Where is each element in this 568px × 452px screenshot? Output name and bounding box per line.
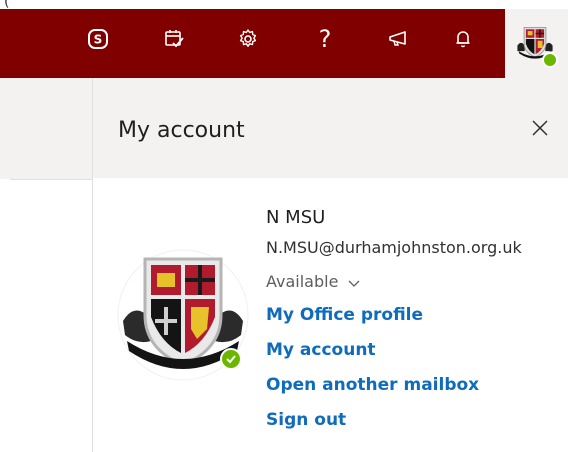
bell-icon[interactable] xyxy=(449,25,477,53)
close-button[interactable] xyxy=(528,116,552,140)
presence-status-label: Available xyxy=(266,272,339,291)
left-pane xyxy=(0,78,92,452)
header-bar: S ? xyxy=(0,9,568,78)
user-name: N MSU xyxy=(266,207,326,228)
my-account-link[interactable]: My account xyxy=(266,340,376,360)
presence-status-dropdown[interactable]: Available xyxy=(266,272,360,292)
presence-available-badge xyxy=(220,348,242,370)
account-panel-title: My account xyxy=(118,118,245,143)
top-strip: ( xyxy=(0,0,568,10)
svg-text:S: S xyxy=(94,33,103,47)
settings-gear-icon[interactable] xyxy=(234,25,262,53)
presence-dot xyxy=(542,52,558,68)
my-office-profile-link[interactable]: My Office profile xyxy=(266,305,423,325)
help-icon[interactable]: ? xyxy=(311,25,339,53)
account-avatar-button[interactable] xyxy=(505,9,568,78)
chevron-down-icon xyxy=(348,273,360,292)
help-glyph: ? xyxy=(318,25,332,53)
open-another-mailbox-link[interactable]: Open another mailbox xyxy=(266,375,479,395)
user-email: N.MSU@durhamjohnston.org.uk xyxy=(266,238,522,257)
skype-icon[interactable]: S xyxy=(84,25,112,53)
left-pane-header xyxy=(0,78,92,179)
megaphone-icon[interactable] xyxy=(384,25,412,53)
checkmark-icon xyxy=(226,355,236,364)
left-pane-divider xyxy=(10,179,92,180)
calendar-check-icon[interactable] xyxy=(160,25,188,53)
close-icon xyxy=(532,120,548,136)
sign-out-link[interactable]: Sign out xyxy=(266,410,346,430)
